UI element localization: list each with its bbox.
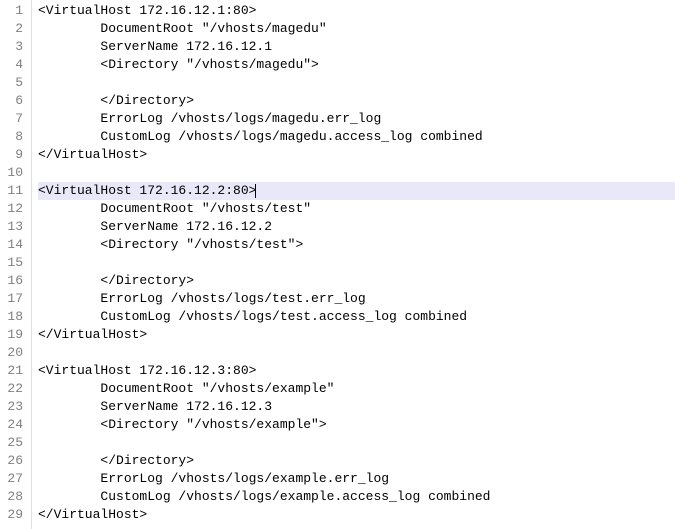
line-number: 5: [0, 74, 23, 92]
code-editor[interactable]: 1234567891011121314151617181920212223242…: [0, 0, 675, 529]
line-number: 12: [0, 200, 23, 218]
code-line[interactable]: ErrorLog /vhosts/logs/test.err_log: [38, 290, 675, 308]
code-line[interactable]: [38, 434, 675, 452]
code-text: <VirtualHost 172.16.12.2:80>: [38, 183, 256, 198]
line-number: 19: [0, 326, 23, 344]
line-number: 25: [0, 434, 23, 452]
line-number: 28: [0, 488, 23, 506]
code-line[interactable]: ErrorLog /vhosts/logs/example.err_log: [38, 470, 675, 488]
code-text: </VirtualHost>: [38, 507, 147, 522]
code-line[interactable]: [38, 74, 675, 92]
line-number: 10: [0, 164, 23, 182]
code-text: <VirtualHost 172.16.12.1:80>: [38, 3, 256, 18]
line-number: 17: [0, 290, 23, 308]
code-line[interactable]: ServerName 172.16.12.2: [38, 218, 675, 236]
code-text: DocumentRoot "/vhosts/test": [38, 201, 311, 216]
code-line[interactable]: <VirtualHost 172.16.12.2:80>: [38, 182, 675, 200]
code-line[interactable]: DocumentRoot "/vhosts/test": [38, 200, 675, 218]
line-number: 16: [0, 272, 23, 290]
code-text: CustomLog /vhosts/logs/example.access_lo…: [38, 489, 490, 504]
code-line[interactable]: CustomLog /vhosts/logs/magedu.access_log…: [38, 128, 675, 146]
code-text: </Directory>: [38, 93, 194, 108]
line-number-gutter: 1234567891011121314151617181920212223242…: [0, 0, 32, 529]
line-number: 23: [0, 398, 23, 416]
code-text: </VirtualHost>: [38, 147, 147, 162]
code-text: </Directory>: [38, 453, 194, 468]
code-line[interactable]: [38, 254, 675, 272]
code-text: ErrorLog /vhosts/logs/example.err_log: [38, 471, 389, 486]
line-number: 20: [0, 344, 23, 362]
line-number: 9: [0, 146, 23, 164]
code-line[interactable]: <Directory "/vhosts/example">: [38, 416, 675, 434]
line-number: 14: [0, 236, 23, 254]
code-line[interactable]: </Directory>: [38, 272, 675, 290]
text-cursor: [255, 184, 256, 198]
code-line[interactable]: ErrorLog /vhosts/logs/magedu.err_log: [38, 110, 675, 128]
code-text: ServerName 172.16.12.2: [38, 219, 272, 234]
code-line[interactable]: [38, 344, 675, 362]
line-number: 21: [0, 362, 23, 380]
line-number: 4: [0, 56, 23, 74]
code-line[interactable]: </Directory>: [38, 92, 675, 110]
code-line[interactable]: </VirtualHost>: [38, 146, 675, 164]
code-line[interactable]: </Directory>: [38, 452, 675, 470]
line-number: 2: [0, 20, 23, 38]
line-number: 3: [0, 38, 23, 56]
code-line[interactable]: CustomLog /vhosts/logs/example.access_lo…: [38, 488, 675, 506]
line-number: 15: [0, 254, 23, 272]
code-text: </Directory>: [38, 273, 194, 288]
code-text: CustomLog /vhosts/logs/test.access_log c…: [38, 309, 467, 324]
line-number: 29: [0, 506, 23, 524]
code-text: ServerName 172.16.12.3: [38, 399, 272, 414]
code-text: CustomLog /vhosts/logs/magedu.access_log…: [38, 129, 483, 144]
code-content[interactable]: <VirtualHost 172.16.12.1:80> DocumentRoo…: [32, 0, 675, 529]
code-line[interactable]: ServerName 172.16.12.1: [38, 38, 675, 56]
code-line[interactable]: </VirtualHost>: [38, 326, 675, 344]
code-line[interactable]: <VirtualHost 172.16.12.3:80>: [38, 362, 675, 380]
code-line[interactable]: <Directory "/vhosts/magedu">: [38, 56, 675, 74]
code-text: <Directory "/vhosts/test">: [38, 237, 303, 252]
line-number: 18: [0, 308, 23, 326]
line-number: 7: [0, 110, 23, 128]
line-number: 27: [0, 470, 23, 488]
code-line[interactable]: CustomLog /vhosts/logs/test.access_log c…: [38, 308, 675, 326]
code-text: ErrorLog /vhosts/logs/magedu.err_log: [38, 111, 381, 126]
code-text: <VirtualHost 172.16.12.3:80>: [38, 363, 256, 378]
code-line[interactable]: ServerName 172.16.12.3: [38, 398, 675, 416]
code-line[interactable]: <Directory "/vhosts/test">: [38, 236, 675, 254]
line-number: 1: [0, 2, 23, 20]
code-line[interactable]: DocumentRoot "/vhosts/magedu": [38, 20, 675, 38]
code-text: ServerName 172.16.12.1: [38, 39, 272, 54]
code-text: ErrorLog /vhosts/logs/test.err_log: [38, 291, 366, 306]
line-number: 6: [0, 92, 23, 110]
code-text: <Directory "/vhosts/example">: [38, 417, 327, 432]
code-text: <Directory "/vhosts/magedu">: [38, 57, 319, 72]
code-text: </VirtualHost>: [38, 327, 147, 342]
line-number: 22: [0, 380, 23, 398]
code-line[interactable]: <VirtualHost 172.16.12.1:80>: [38, 2, 675, 20]
line-number: 26: [0, 452, 23, 470]
code-text: DocumentRoot "/vhosts/example": [38, 381, 334, 396]
code-line[interactable]: DocumentRoot "/vhosts/example": [38, 380, 675, 398]
line-number: 11: [0, 182, 23, 200]
line-number: 13: [0, 218, 23, 236]
line-number: 8: [0, 128, 23, 146]
code-line[interactable]: [38, 164, 675, 182]
code-line[interactable]: </VirtualHost>: [38, 506, 675, 524]
line-number: 24: [0, 416, 23, 434]
code-text: DocumentRoot "/vhosts/magedu": [38, 21, 327, 36]
